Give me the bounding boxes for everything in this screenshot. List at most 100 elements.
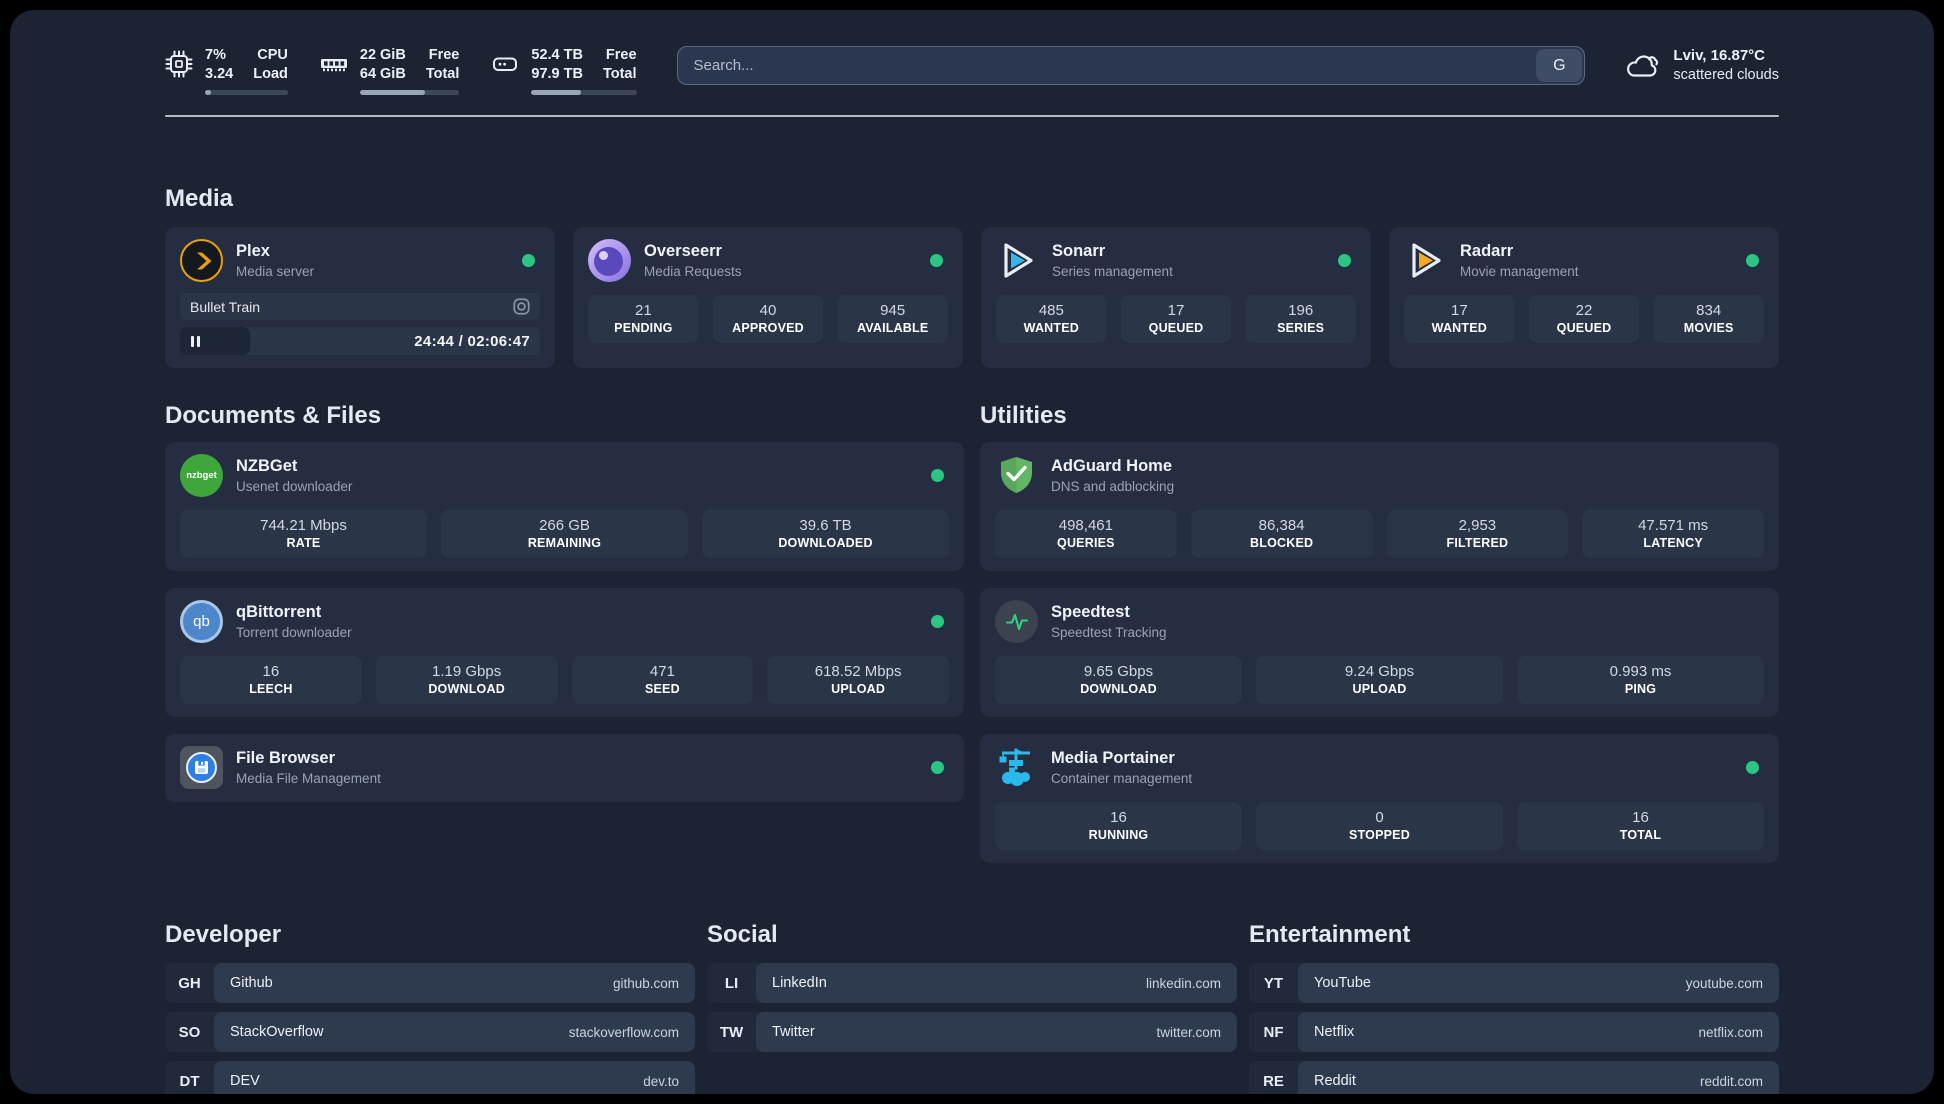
- dashboard: 7% 3.24 CPU Load 22 GiB 64 GiB Free Tota…: [10, 10, 1934, 1094]
- disk-progress-bar: [531, 90, 637, 96]
- bookmark-netflix[interactable]: NF Netflix netflix.com: [1249, 1012, 1779, 1053]
- bookmark-twitter[interactable]: TW Twitter twitter.com: [707, 1012, 1237, 1053]
- stat-tile-approved: 40 APPROVED: [712, 295, 824, 344]
- bookmark-abbr: GH: [178, 974, 201, 992]
- app-name: Overseerr: [644, 242, 722, 261]
- bookmark-linkedin[interactable]: LI LinkedIn linkedin.com: [707, 963, 1237, 1004]
- bookmark-name: Reddit: [1314, 1073, 1356, 1090]
- bookmark-url: reddit.com: [1699, 1073, 1763, 1089]
- bookmark-github[interactable]: GH Github github.com: [165, 963, 695, 1004]
- status-online-dot: [1746, 254, 1759, 268]
- bookmark-list-social: LI LinkedIn linkedin.com TW Twitter twit…: [707, 963, 1237, 1094]
- stat-tile-wanted: 17 WANTED: [1404, 295, 1515, 344]
- section-title-entertainment: Entertainment: [1249, 921, 1411, 949]
- bookmark-url: netflix.com: [1698, 1024, 1763, 1040]
- bookmark-stackoverflow[interactable]: SO StackOverflow stackoverflow.com: [165, 1012, 695, 1053]
- app-card-adguard[interactable]: AdGuard Home DNS and adblocking 498,461 Q…: [980, 442, 1779, 572]
- disk-stat: 52.4 TB 97.9 TB Free Total: [491, 46, 637, 96]
- ram-icon: [320, 59, 347, 72]
- app-desc: Media File Management: [236, 770, 381, 786]
- bookmark-abbr: RE: [1263, 1072, 1284, 1090]
- status-online-dot: [930, 254, 943, 268]
- stat-tile-seed: 471 SEED: [571, 656, 754, 705]
- bookmark-abbr: SO: [178, 1023, 201, 1041]
- app-name: qBittorrent: [236, 603, 322, 622]
- app-card-nzbget[interactable]: nzbget NZBGet Usenet downloader 744.21 M…: [165, 442, 964, 572]
- memory-label-2: Total: [425, 66, 460, 83]
- bookmark-abbr: NF: [1263, 1023, 1284, 1041]
- section-title-media: Media: [165, 185, 234, 213]
- section-title-documents: Documents & Files: [165, 402, 382, 430]
- stat-tile-queued: 17 QUEUED: [1120, 295, 1232, 344]
- section-title-social: Social: [707, 921, 778, 949]
- plex-icon: [180, 239, 223, 283]
- app-desc: DNS and adblocking: [1051, 478, 1175, 494]
- status-online-dot: [931, 469, 944, 483]
- stat-tile-rate: 744.21 Mbps RATE: [180, 510, 427, 559]
- disk-label-2: Total: [602, 66, 637, 83]
- bookmark-dev[interactable]: DT DEV dev.to: [165, 1061, 695, 1094]
- stat-tile-download: 1.19 Gbps DOWNLOAD: [375, 656, 558, 705]
- stat-tile-blocked: 86,384 BLOCKED: [1190, 510, 1373, 559]
- cpu-stat: 7% 3.24 CPU Load: [165, 46, 288, 96]
- bookmark-url: linkedin.com: [1145, 975, 1221, 991]
- app-card-portainer[interactable]: Media Portainer Container management 16 R…: [980, 734, 1779, 864]
- stat-tile-stopped: 0 STOPPED: [1256, 802, 1503, 851]
- stat-tile-upload: 9.24 Gbps UPLOAD: [1256, 656, 1503, 705]
- stat-tile-wanted: 485 WANTED: [996, 295, 1107, 344]
- cloud-icon: [1627, 55, 1659, 77]
- stat-tile-queued: 22 QUEUED: [1528, 295, 1640, 344]
- stat-tile-latency: 47.571 ms LATENCY: [1582, 510, 1764, 559]
- app-card-sonarr[interactable]: Sonarr Series management 485 WANTED 17 QUE…: [981, 227, 1371, 369]
- app-desc: Media Requests: [644, 263, 742, 279]
- search-bar: G: [676, 46, 1586, 85]
- app-card-filebrowser[interactable]: File Browser Media File Management: [165, 734, 964, 803]
- app-desc: Container management: [1051, 770, 1193, 786]
- bookmark-name: Netflix: [1314, 1024, 1355, 1041]
- disk-free-value: 52.4 TB: [531, 47, 583, 63]
- app-card-overseerr[interactable]: Overseerr Media Requests 21 PENDING 40 APP…: [573, 227, 963, 369]
- disk-total-value: 97.9 TB: [531, 66, 583, 83]
- memory-total-value: 64 GiB: [359, 66, 406, 83]
- bookmark-youtube[interactable]: YT YouTube youtube.com: [1249, 963, 1779, 1004]
- app-desc: Torrent downloader: [236, 624, 352, 640]
- radarr-icon: [1404, 239, 1447, 282]
- stat-tile-available: 945 AVAILABLE: [837, 295, 949, 344]
- stat-tile-total: 16 TOTAL: [1517, 802, 1764, 851]
- app-card-plex[interactable]: Plex Media server Bullet Train 24:44 / 0…: [165, 227, 555, 369]
- stat-tile-filtered: 2,953 FILTERED: [1386, 510, 1569, 559]
- search-engine-button[interactable]: G: [1536, 49, 1583, 82]
- app-card-speedtest[interactable]: Speedtest Speedtest Tracking 9.65 Gbps DO…: [980, 588, 1779, 718]
- memory-label-1: Free: [428, 47, 460, 63]
- bookmark-abbr: TW: [719, 1023, 744, 1041]
- disk-label-1: Free: [605, 47, 637, 63]
- top-bar: 7% 3.24 CPU Load 22 GiB 64 GiB Free Tota…: [165, 46, 1779, 96]
- status-online-dot: [931, 615, 944, 629]
- app-name: Media Portainer: [1051, 749, 1175, 768]
- nzbget-icon: nzbget: [180, 454, 223, 498]
- bookmark-url: youtube.com: [1685, 975, 1763, 991]
- stat-tile-downloaded: 39.6 TB DOWNLOADED: [702, 510, 949, 559]
- weather-condition: scattered clouds: [1673, 67, 1779, 84]
- cpu-value-load: 3.24: [205, 66, 234, 83]
- status-online-dot: [931, 761, 944, 775]
- speedtest-icon: [995, 600, 1038, 644]
- now-playing-time: 24:44 / 02:06:47: [414, 332, 530, 350]
- stat-tile-running: 16 RUNNING: [995, 802, 1242, 851]
- app-card-radarr[interactable]: Radarr Movie management 17 WANTED 22 QUEUE…: [1389, 227, 1779, 369]
- bookmark-list-entertainment: YT YouTube youtube.com NF Netflix netfli…: [1249, 963, 1779, 1094]
- cpu-icon: [165, 50, 193, 78]
- cpu-progress-bar: [205, 90, 288, 96]
- media-detail-icon[interactable]: [513, 298, 530, 315]
- app-card-qbittorrent[interactable]: qb qBittorrent Torrent downloader 16 LEEC…: [165, 588, 964, 718]
- stat-tile-queries: 498,461 QUERIES: [995, 510, 1177, 559]
- bookmark-reddit[interactable]: RE Reddit reddit.com: [1249, 1061, 1779, 1094]
- now-playing-progress: 24:44 / 02:06:47: [180, 327, 540, 356]
- stat-tile-remaining: 266 GB REMAINING: [441, 510, 688, 559]
- search-input[interactable]: [677, 57, 1537, 74]
- cpu-label-1: CPU: [257, 47, 288, 63]
- pause-icon: [191, 335, 200, 347]
- stat-tile-series: 196 SERIES: [1245, 295, 1357, 344]
- overseerr-icon: [588, 239, 631, 283]
- bookmark-name: YouTube: [1314, 975, 1371, 992]
